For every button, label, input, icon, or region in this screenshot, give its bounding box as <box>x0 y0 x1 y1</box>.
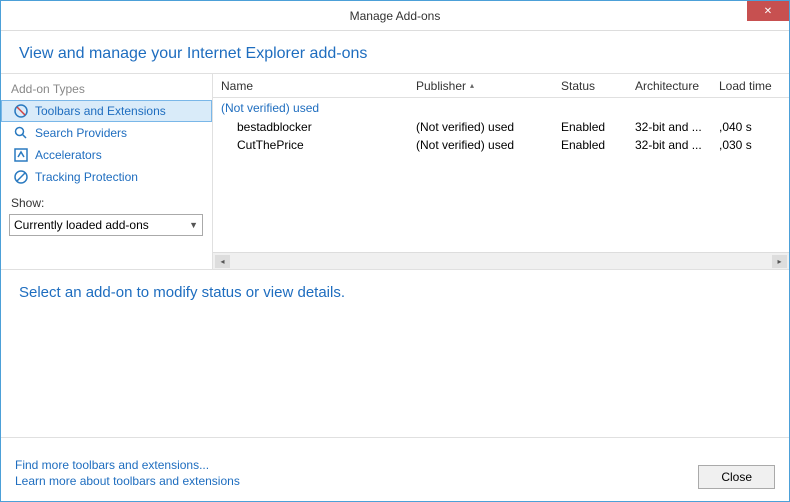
column-header-publisher[interactable]: Publisher ▴ <box>408 76 553 96</box>
tracking-protection-icon <box>13 169 29 185</box>
sidebar: Add-on Types Toolbars and Extensions Sea… <box>1 74 213 269</box>
sidebar-item-label: Accelerators <box>35 148 102 162</box>
cell-architecture: 32-bit and ... <box>627 120 711 134</box>
find-more-link[interactable]: Find more toolbars and extensions... <box>15 457 240 473</box>
header-text: View and manage your Internet Explorer a… <box>19 45 367 62</box>
scroll-right-icon[interactable]: ▸ <box>772 255 787 268</box>
table-header: Name Publisher ▴ Status Architecture Loa… <box>213 74 789 98</box>
cell-status: Enabled <box>553 138 627 152</box>
table-body: (Not verified) used bestadblocker (Not v… <box>213 98 789 252</box>
scroll-left-icon[interactable]: ◂ <box>215 255 230 268</box>
dropdown-value: Currently loaded add-ons <box>14 218 149 232</box>
column-header-name[interactable]: Name <box>213 76 408 96</box>
table-group-row[interactable]: (Not verified) used <box>213 98 789 118</box>
page-header: View and manage your Internet Explorer a… <box>1 31 789 74</box>
learn-more-link[interactable]: Learn more about toolbars and extensions <box>15 473 240 489</box>
accelerator-icon <box>13 147 29 163</box>
table-row[interactable]: bestadblocker (Not verified) used Enable… <box>213 118 789 136</box>
toolbar-icon <box>13 103 29 119</box>
column-header-architecture[interactable]: Architecture <box>627 76 711 96</box>
addon-types-label: Add-on Types <box>1 80 212 100</box>
content-panel: Name Publisher ▴ Status Architecture Loa… <box>213 74 789 269</box>
column-header-status[interactable]: Status <box>553 76 627 96</box>
sidebar-item-tracking-protection[interactable]: Tracking Protection <box>1 166 212 188</box>
window-close-button[interactable]: ✕ <box>747 1 789 21</box>
search-icon <box>13 125 29 141</box>
sidebar-item-label: Tracking Protection <box>35 170 138 184</box>
main-panel: Add-on Types Toolbars and Extensions Sea… <box>1 74 789 269</box>
sidebar-item-search-providers[interactable]: Search Providers <box>1 122 212 144</box>
sidebar-item-label: Toolbars and Extensions <box>35 104 166 118</box>
close-icon: ✕ <box>764 6 772 17</box>
column-header-load-time[interactable]: Load time <box>711 76 781 96</box>
window-title: Manage Add-ons <box>350 9 441 23</box>
cell-status: Enabled <box>553 120 627 134</box>
titlebar: Manage Add-ons ✕ <box>1 1 789 31</box>
footer: Find more toolbars and extensions... Lea… <box>1 437 789 497</box>
sidebar-item-accelerators[interactable]: Accelerators <box>1 144 212 166</box>
chevron-down-icon: ▼ <box>189 220 198 230</box>
cell-load-time: ,030 s <box>711 138 781 152</box>
table-row[interactable]: CutThePrice (Not verified) used Enabled … <box>213 136 789 154</box>
cell-load-time: ,040 s <box>711 120 781 134</box>
details-prompt: Select an add-on to modify status or vie… <box>19 284 345 301</box>
cell-publisher: (Not verified) used <box>408 120 553 134</box>
cell-architecture: 32-bit and ... <box>627 138 711 152</box>
sidebar-item-toolbars-extensions[interactable]: Toolbars and Extensions <box>1 100 212 122</box>
cell-name: CutThePrice <box>213 138 408 152</box>
cell-name: bestadblocker <box>213 120 408 134</box>
close-button[interactable]: Close <box>698 465 775 489</box>
cell-publisher: (Not verified) used <box>408 138 553 152</box>
show-dropdown[interactable]: Currently loaded add-ons ▼ <box>9 214 203 236</box>
horizontal-scrollbar[interactable]: ◂ ▸ <box>213 252 789 269</box>
footer-links: Find more toolbars and extensions... Lea… <box>15 457 240 489</box>
sort-ascending-icon: ▴ <box>470 81 474 90</box>
sidebar-item-label: Search Providers <box>35 126 127 140</box>
show-label: Show: <box>1 188 212 212</box>
details-panel: Select an add-on to modify status or vie… <box>1 269 789 437</box>
